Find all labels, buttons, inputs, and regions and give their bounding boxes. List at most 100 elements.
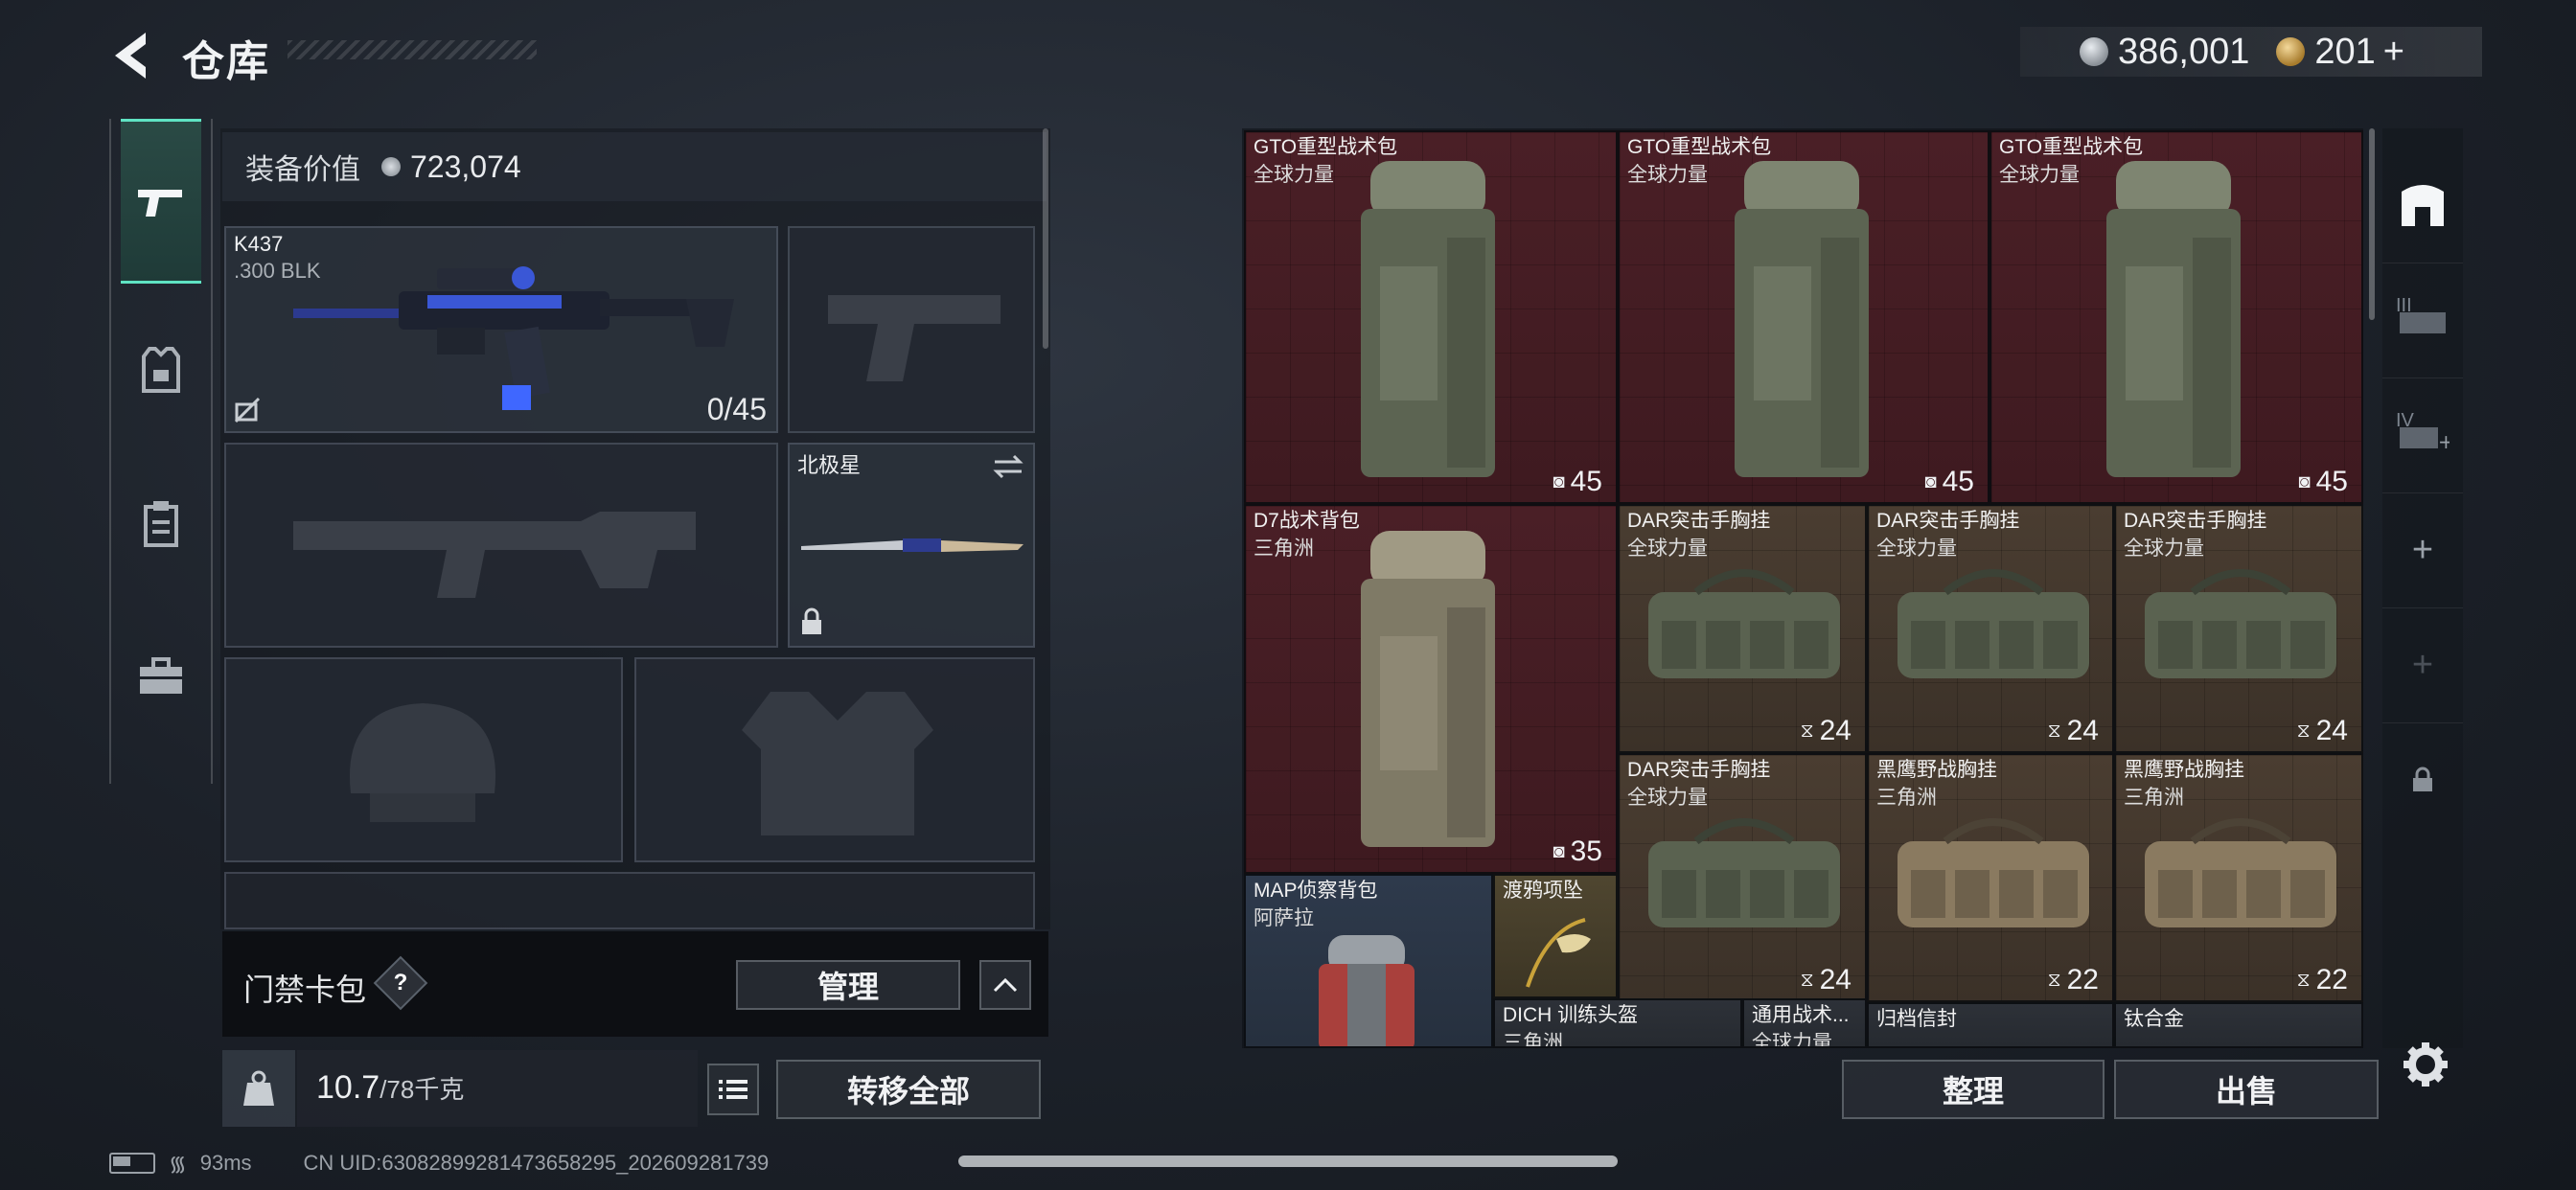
item-name: 渡鸦项坠 bbox=[1503, 880, 1583, 902]
inventory-item[interactable]: DAR突击手胸挂 全球力量 ⧖ 24 bbox=[1618, 504, 1867, 753]
inventory-item[interactable]: 通用战术... 全球力量 bbox=[1742, 998, 1867, 1048]
item-source: 三角洲 bbox=[2124, 787, 2184, 809]
back-button[interactable] bbox=[107, 29, 155, 82]
inventory-item[interactable]: DAR突击手胸挂 全球力量 ⧖ 24 bbox=[1618, 753, 1867, 1002]
inventory-item[interactable]: GTO重型战术包 全球力量 ◙ 45 bbox=[1990, 130, 2363, 504]
lock-icon bbox=[802, 607, 821, 634]
inventory-item[interactable]: 渡鸦项坠 bbox=[1493, 874, 1618, 998]
inventory-item[interactable]: GTO重型战术包 全球力量 ◙ 45 bbox=[1618, 130, 1990, 504]
melee-slot[interactable]: 北极星 bbox=[788, 443, 1035, 648]
tab-weapons[interactable] bbox=[121, 119, 201, 284]
manage-keycard-button[interactable]: 管理 bbox=[736, 960, 960, 1010]
sell-button[interactable]: 出售 bbox=[2114, 1060, 2379, 1119]
item-source: 全球力量 bbox=[1627, 538, 1708, 560]
body-armor-slot[interactable] bbox=[634, 657, 1035, 862]
list-view-button[interactable] bbox=[707, 1064, 759, 1115]
vest-capacity-icon: ⧖ bbox=[2047, 969, 2061, 991]
primary-weapon-slot[interactable]: K437 .300 BLK 0/45 bbox=[224, 226, 778, 433]
add-gold-button[interactable]: + bbox=[2383, 32, 2404, 73]
weapon-name: K437 bbox=[234, 232, 284, 256]
transfer-all-button[interactable]: 转移全部 bbox=[776, 1060, 1041, 1119]
chest-rig-image bbox=[2145, 818, 2336, 927]
inventory-scrollbar[interactable] bbox=[2369, 128, 2375, 320]
swap-icon[interactable] bbox=[991, 452, 1025, 481]
vest-icon bbox=[142, 347, 180, 393]
storage-tier4-tab[interactable]: IV + bbox=[2382, 378, 2463, 493]
item-name: MAP侦察背包 bbox=[1254, 880, 1378, 902]
lock-icon bbox=[2413, 767, 2432, 791]
chest-rig-image bbox=[1648, 569, 1840, 678]
heavy-backpack-image bbox=[1735, 161, 1869, 477]
backpack-capacity-icon: ◙ bbox=[1552, 470, 1565, 492]
item-capacity: 45 bbox=[1942, 466, 1974, 497]
item-capacity: 24 bbox=[1819, 715, 1852, 746]
item-name: DAR突击手胸挂 bbox=[1627, 759, 1771, 781]
raven-pendant-image bbox=[1526, 918, 1591, 988]
equipment-scrollbar[interactable] bbox=[1043, 128, 1048, 349]
equipment-value-bar: 装备价值 723,074 bbox=[222, 132, 1046, 201]
inventory-item[interactable]: GTO重型战术包 全球力量 ◙ 45 bbox=[1244, 130, 1618, 504]
item-source: 全球力量 bbox=[1627, 787, 1708, 809]
settings-button[interactable] bbox=[2400, 1039, 2451, 1090]
item-name: 归档信封 bbox=[1876, 1008, 1957, 1030]
item-source: 全球力量 bbox=[1999, 164, 2080, 186]
item-capacity: 35 bbox=[1570, 835, 1602, 867]
ammo-count: 0/45 bbox=[706, 392, 767, 426]
inventory-item[interactable]: DAR突击手胸挂 全球力量 ⧖ 24 bbox=[2114, 504, 2363, 753]
inventory-item[interactable]: 黑鹰野战胸挂 三角洲 ⧖ 22 bbox=[1867, 753, 2114, 1002]
backpack-capacity-icon: ◙ bbox=[1552, 840, 1565, 862]
item-capacity: 24 bbox=[2066, 715, 2099, 746]
tab-briefcase[interactable] bbox=[121, 636, 201, 717]
tab-clipboard[interactable] bbox=[121, 483, 201, 563]
partial-slot-row bbox=[224, 872, 1035, 929]
keycard-bar: 门禁卡包 ? 管理 bbox=[222, 931, 1048, 1037]
organize-button[interactable]: 整理 bbox=[1842, 1060, 2104, 1119]
item-source: 三角洲 bbox=[1503, 1032, 1563, 1048]
storage-tier3-tab[interactable]: III bbox=[2382, 263, 2463, 378]
inventory-item[interactable]: DICH 训练头盔 三角洲 bbox=[1493, 998, 1742, 1048]
tab-armor[interactable] bbox=[121, 330, 201, 410]
item-source: 全球力量 bbox=[2124, 538, 2204, 560]
item-name: 黑鹰野战胸挂 bbox=[1876, 759, 1997, 781]
locked-storage-slot bbox=[2382, 722, 2463, 837]
keycard-label: 门禁卡包 bbox=[243, 973, 367, 1007]
inventory-item[interactable]: 钛合金 bbox=[2114, 1002, 2363, 1048]
vest-capacity-icon: ⧖ bbox=[2296, 969, 2311, 991]
item-name: 黑鹰野战胸挂 bbox=[2124, 759, 2244, 781]
secondary-weapon-slot[interactable] bbox=[224, 443, 778, 648]
item-name: 通用战术... bbox=[1752, 1004, 1850, 1026]
item-name: DICH 训练头盔 bbox=[1503, 1004, 1639, 1026]
inventory-item[interactable]: 归档信封 bbox=[1867, 1002, 2114, 1048]
item-source: 阿萨拉 bbox=[1254, 907, 1314, 929]
pistol-slot[interactable] bbox=[788, 226, 1035, 433]
storage-main-tab[interactable] bbox=[2382, 148, 2463, 263]
helmet-slot[interactable] bbox=[224, 657, 623, 862]
inventory-item[interactable]: D7战术背包 三角洲 ◙ 35 bbox=[1244, 504, 1618, 874]
equipment-value: 723,074 bbox=[410, 149, 521, 184]
chest-rig-image bbox=[1648, 818, 1840, 927]
home-indicator[interactable] bbox=[958, 1156, 1618, 1167]
wifi-icon: ᯾ bbox=[169, 1152, 187, 1176]
gold-amount: 201 bbox=[2314, 31, 2376, 72]
add-storage-button[interactable]: + bbox=[2382, 492, 2463, 608]
gear-icon bbox=[2404, 1042, 2448, 1087]
category-tabs bbox=[109, 119, 213, 784]
vest-capacity-icon: ⧖ bbox=[2047, 720, 2061, 742]
chest-rig-image bbox=[1898, 818, 2089, 927]
keycard-help-button[interactable]: ? bbox=[373, 955, 428, 1011]
melee-name: 北极星 bbox=[797, 453, 862, 477]
inventory-item[interactable]: DAR突击手胸挂 全球力量 ⧖ 24 bbox=[1867, 504, 2114, 753]
tier3-label: III bbox=[2396, 295, 2412, 316]
briefcase-icon bbox=[140, 657, 182, 694]
svg-text:+: + bbox=[2438, 430, 2450, 452]
currency-bar: 386,001 201 + bbox=[2020, 27, 2482, 77]
pistol-silhouette-icon bbox=[828, 295, 1000, 381]
inventory-item[interactable]: 黑鹰野战胸挂 三角洲 ⧖ 22 bbox=[2114, 753, 2363, 1002]
expand-button[interactable] bbox=[979, 960, 1031, 1010]
inventory-item[interactable]: MAP侦察背包 阿萨拉 bbox=[1244, 874, 1493, 1048]
item-source: 全球力量 bbox=[1254, 164, 1334, 186]
status-bar: ᯾ 93ms CN UID:6308289928147365829​5_2026… bbox=[109, 1146, 769, 1180]
rifle-silhouette-icon bbox=[293, 512, 696, 598]
storage-sidebar: III IV + + + bbox=[2382, 128, 2463, 1048]
item-capacity: 24 bbox=[1819, 964, 1852, 995]
